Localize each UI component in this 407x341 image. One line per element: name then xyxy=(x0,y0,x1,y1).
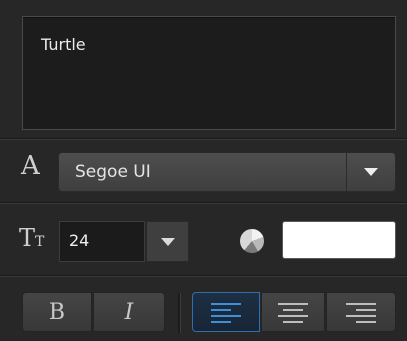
bold-icon: B xyxy=(48,299,66,325)
italic-icon: I xyxy=(124,299,134,325)
align-left-icon xyxy=(211,301,241,323)
font-size-icon: TT xyxy=(19,224,45,252)
chevron-down-icon xyxy=(364,168,378,176)
font-family-value: Segoe UI xyxy=(75,162,151,182)
italic-button[interactable]: I xyxy=(93,292,165,332)
align-center-icon xyxy=(278,301,308,323)
font-family-icon: A xyxy=(21,151,40,181)
text-content-field[interactable]: Turtle xyxy=(22,16,396,130)
bold-button[interactable]: B xyxy=(22,292,92,332)
chevron-down-icon xyxy=(160,237,175,246)
text-content-value: Turtle xyxy=(41,35,86,54)
color-picker-icon[interactable] xyxy=(240,229,264,253)
align-center-button[interactable] xyxy=(261,292,325,332)
divider xyxy=(0,202,407,204)
font-size-input[interactable]: 24 xyxy=(59,221,145,262)
divider xyxy=(0,275,407,277)
align-right-icon xyxy=(346,301,376,323)
font-family-dropdown-toggle[interactable] xyxy=(346,153,395,191)
font-size-value: 24 xyxy=(69,231,90,250)
align-left-button[interactable] xyxy=(192,292,260,332)
font-family-dropdown[interactable]: Segoe UI xyxy=(58,152,396,192)
text-properties-panel: Turtle A Segoe UI TT 24 B I xyxy=(0,0,407,341)
align-right-button[interactable] xyxy=(326,292,396,332)
font-size-dropdown-button[interactable] xyxy=(146,221,189,262)
text-color-swatch[interactable] xyxy=(282,221,396,259)
divider xyxy=(0,138,407,140)
button-group-separator xyxy=(178,293,181,333)
